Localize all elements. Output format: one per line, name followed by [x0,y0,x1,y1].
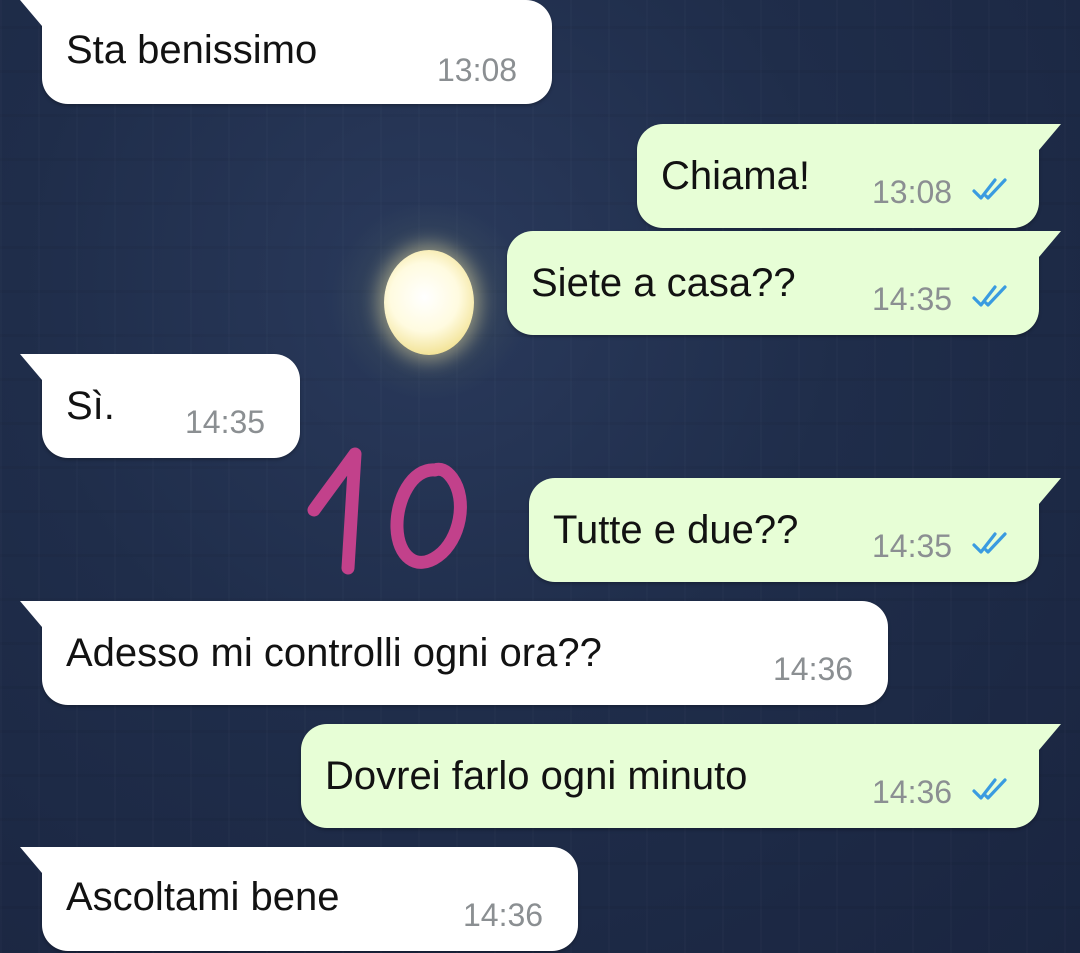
message-time: 14:36 [463,897,544,933]
message-text: Sì. [66,384,115,428]
message-bubble-incoming[interactable]: Sì. 14:35 [20,354,300,458]
message-time: 13:08 [437,52,518,88]
message-bubble-outgoing[interactable]: Tutte e due?? 14:35 [529,478,1061,582]
message-time: 14:36 [773,651,854,687]
message-text: Adesso mi controlli ogni ora?? [66,631,602,675]
message-time: 13:08 [872,174,953,210]
message-text: Siete a casa?? [531,261,796,305]
double-check-icon [972,178,1007,200]
double-check-icon [972,532,1007,554]
wallpaper-moon [384,250,474,355]
message-time: 14:35 [185,404,266,440]
message-text: Ascoltami bene [66,875,340,919]
message-time: 14:35 [872,528,953,564]
message-text: Dovrei farlo ogni minuto [325,754,748,798]
message-time: 14:35 [872,281,953,317]
message-bubble-outgoing[interactable]: Dovrei farlo ogni minuto 14:36 [301,724,1061,828]
message-time: 14:36 [872,774,953,810]
message-bubble-incoming[interactable]: Ascoltami bene 14:36 [20,847,578,951]
message-text: Sta benissimo [66,28,318,72]
message-bubble-incoming[interactable]: Adesso mi controlli ogni ora?? 14:36 [20,601,888,705]
message-text: Chiama! [661,154,810,198]
double-check-icon [972,778,1007,800]
double-check-icon [972,285,1007,307]
message-bubble-incoming[interactable]: Sta benissimo 13:08 [20,0,552,104]
message-bubble-outgoing[interactable]: Chiama! 13:08 [637,124,1061,228]
message-text: Tutte e due?? [553,508,799,552]
message-bubble-outgoing[interactable]: Siete a casa?? 14:35 [507,231,1061,335]
handwritten-number-annotation [307,447,467,575]
